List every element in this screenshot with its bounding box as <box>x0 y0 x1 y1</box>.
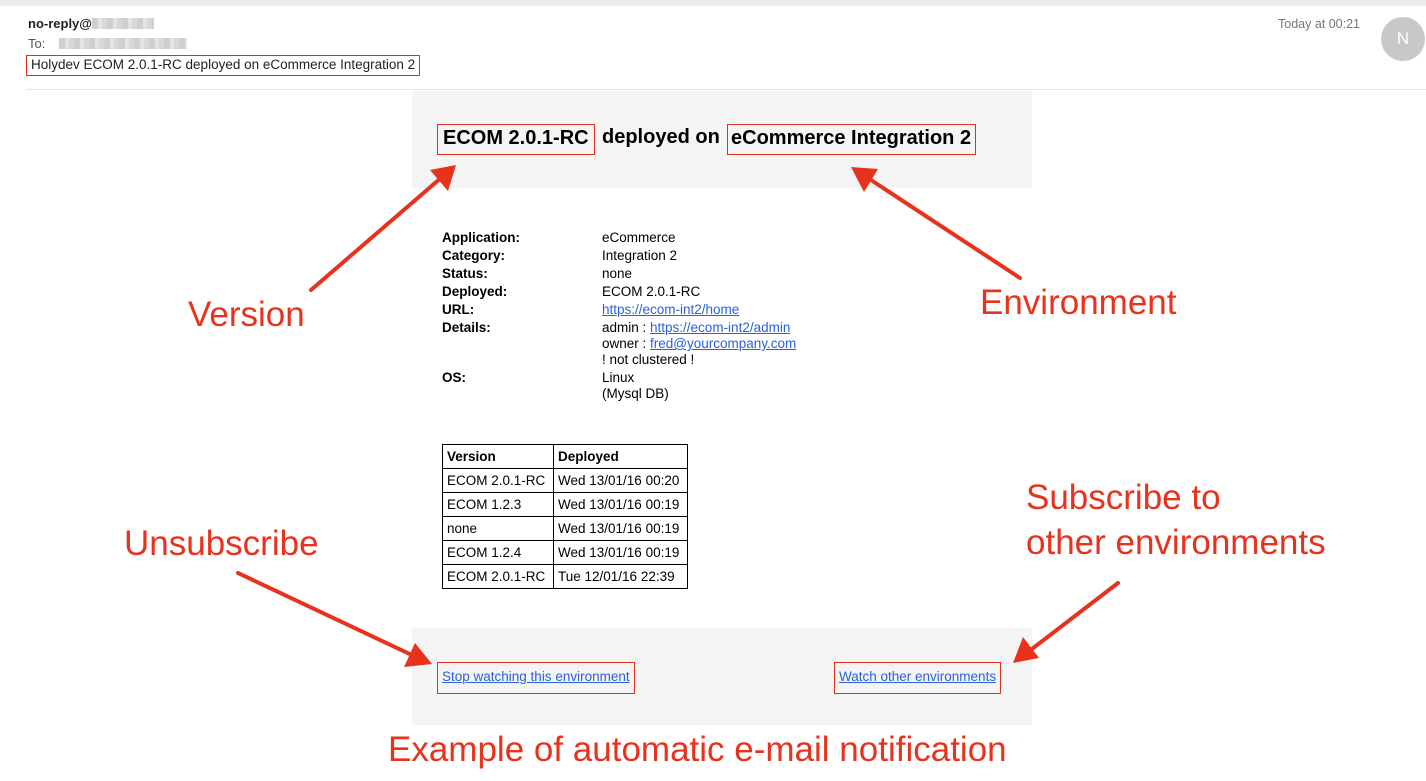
annotation-arrows <box>236 165 1120 667</box>
red-arrow-icon <box>236 571 432 667</box>
red-arrow-icon <box>851 167 1022 280</box>
red-arrow-icon <box>1013 581 1120 663</box>
red-arrow-icon <box>309 165 456 292</box>
